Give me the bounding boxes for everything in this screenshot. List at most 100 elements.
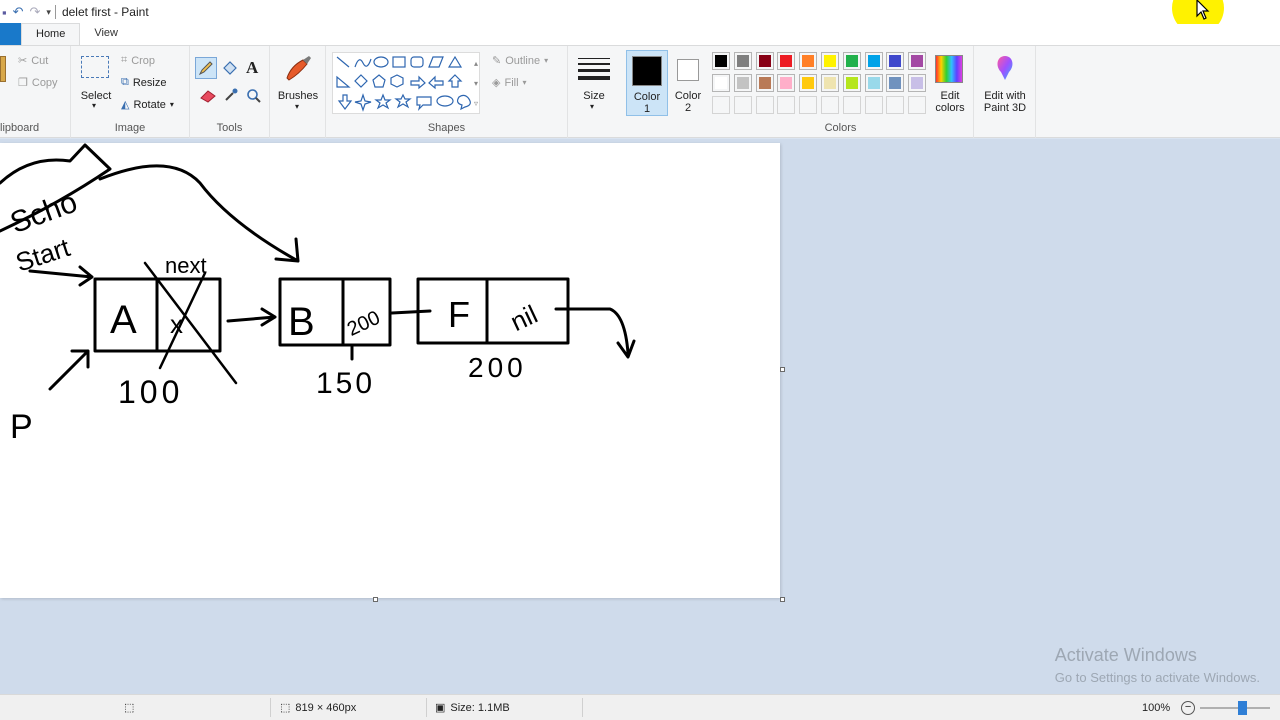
palette-swatch[interactable]	[864, 74, 883, 92]
palette-swatch[interactable]	[712, 52, 730, 70]
save-icon[interactable]: ▪	[2, 5, 7, 20]
watermark-subtitle: Go to Settings to activate Windows.	[1054, 670, 1260, 685]
outline-button[interactable]: ✎ Outline ▾	[492, 54, 548, 68]
tab-view[interactable]: View	[80, 23, 132, 45]
custom-color-slot[interactable]	[821, 96, 839, 114]
canvas-resize-handle-right[interactable]	[780, 367, 785, 372]
palette-swatch[interactable]	[712, 74, 730, 92]
resize-button[interactable]: ⧉ Resize	[121, 76, 166, 89]
magnifier-icon[interactable]	[246, 88, 262, 104]
shapes-gallery-icons	[336, 55, 471, 112]
text-tool-icon[interactable]: A	[246, 58, 258, 78]
palette-swatch-color	[780, 55, 793, 67]
image-group: Select ▾ ⌗ Crop ⧉ Resize ◭ Rotate ▾ Imag…	[71, 46, 190, 138]
custom-color-slot[interactable]	[777, 96, 796, 114]
select-button[interactable]: Select ▾	[79, 52, 113, 112]
palette-swatch[interactable]	[886, 52, 905, 70]
copy-button[interactable]: ❐ Copy	[18, 76, 58, 90]
customize-quick-access-icon[interactable]: ▾	[46, 7, 51, 18]
custom-color-slot[interactable]	[842, 96, 861, 114]
palette-swatch[interactable]	[821, 52, 839, 70]
title-separator	[54, 5, 56, 19]
fill-bucket-icon[interactable]	[221, 59, 239, 77]
zoom-slider-track	[1200, 707, 1271, 709]
rotate-label: Rotate	[133, 98, 166, 111]
crop-button[interactable]: ⌗ Crop	[121, 54, 155, 67]
zoom-level-text: 100%	[1142, 702, 1171, 714]
custom-color-slot[interactable]	[755, 96, 774, 114]
rainbow-icon	[935, 55, 963, 83]
zoom-slider-thumb[interactable]	[1238, 701, 1248, 715]
palette-swatch-color	[802, 77, 815, 89]
window-title: delet first - Paint	[61, 5, 149, 19]
palette-swatch[interactable]	[799, 74, 818, 92]
canvas-size-icon: ⬚	[280, 702, 291, 714]
palette-swatch[interactable]	[842, 52, 861, 70]
size-dropdown-icon: ▾	[590, 102, 595, 111]
status-separator	[270, 698, 271, 717]
edit-colors-button[interactable]: Edit colors	[930, 52, 970, 114]
color2-label: Color 2	[674, 90, 702, 114]
zoom-out-icon[interactable]: −	[1181, 701, 1196, 715]
custom-color-slot[interactable]	[712, 96, 730, 114]
edit-with-paint3d-button[interactable]: Edit with Paint 3D	[976, 52, 1034, 114]
palette-swatch[interactable]	[733, 52, 752, 70]
tab-file[interactable]	[0, 23, 21, 45]
custom-color-slot[interactable]	[864, 96, 883, 114]
fill-label: Fill	[504, 76, 519, 89]
eraser-icon[interactable]	[199, 89, 217, 103]
pencil-icon	[198, 61, 213, 76]
canvas-resize-handle-corner[interactable]	[780, 597, 785, 602]
custom-color-slot[interactable]	[908, 96, 927, 114]
shapes-gallery[interactable]	[332, 52, 480, 114]
rotate-button[interactable]: ◭ Rotate ▾	[121, 98, 174, 112]
palette-swatch[interactable]	[886, 74, 905, 92]
copy-icon: ❐	[18, 77, 28, 89]
palette-swatch-color	[889, 55, 902, 67]
node3-value: F	[448, 294, 470, 335]
node2-next: 200	[344, 307, 384, 341]
palette-swatch-color	[911, 77, 924, 89]
shapes-scroll-controls[interactable]: ▴ ▾ ▿	[474, 54, 478, 114]
custom-color-slot[interactable]	[733, 96, 752, 114]
undo-icon[interactable]: ↶	[13, 4, 24, 20]
palette-swatch[interactable]	[755, 74, 774, 92]
drawing-canvas[interactable]: Scho Start next A x 100 B 200 150 F nil …	[0, 143, 780, 598]
image-group-label: Image	[114, 122, 146, 134]
color-picker-icon[interactable]	[223, 87, 239, 103]
palette-swatch[interactable]	[777, 74, 796, 92]
custom-color-slot[interactable]	[799, 96, 818, 114]
palette-swatch[interactable]	[908, 52, 927, 70]
shapes-group-label: Shapes	[427, 122, 466, 134]
redo-icon[interactable]: ↷	[30, 4, 41, 20]
canvas-dimensions-text: 819 × 460px	[295, 701, 357, 714]
tab-home[interactable]: Home	[21, 23, 81, 45]
color2-button[interactable]: Color 2	[668, 50, 708, 116]
paste-icon[interactable]	[0, 56, 6, 82]
zoom-controls: 100% −	[1142, 701, 1271, 715]
palette-swatch[interactable]	[733, 74, 752, 92]
palette-swatch[interactable]	[777, 52, 796, 70]
node1-next: x	[170, 309, 183, 339]
palette-swatch[interactable]	[821, 74, 839, 92]
canvas-resize-handle-bottom[interactable]	[373, 597, 378, 602]
zoom-slider[interactable]	[1200, 701, 1271, 715]
p-label-text: P	[10, 408, 33, 446]
palette-swatch[interactable]	[799, 52, 818, 70]
brushes-button[interactable]: Brushes ▾	[274, 52, 322, 114]
pencil-tool[interactable]	[195, 57, 217, 79]
node3-address: 200	[468, 352, 527, 383]
palette-swatch[interactable]	[864, 52, 883, 70]
color1-button[interactable]: Color 1	[626, 50, 668, 116]
custom-color-slot[interactable]	[886, 96, 905, 114]
palette-swatch[interactable]	[842, 74, 861, 92]
size-group: Size ▾	[568, 46, 620, 138]
cut-button[interactable]: ✂ Cut	[18, 54, 48, 68]
palette-swatch[interactable]	[908, 74, 927, 92]
palette-swatch[interactable]	[755, 52, 774, 70]
palette-swatch-color	[824, 77, 836, 89]
color1-swatch	[632, 56, 662, 86]
size-button[interactable]: Size ▾	[574, 52, 614, 114]
status-bar: ⬚ ⬚ 819 × 460px ▣ Size: 1.1MB 100% −	[0, 694, 1280, 720]
fill-button[interactable]: ◈ Fill ▾	[492, 76, 527, 90]
